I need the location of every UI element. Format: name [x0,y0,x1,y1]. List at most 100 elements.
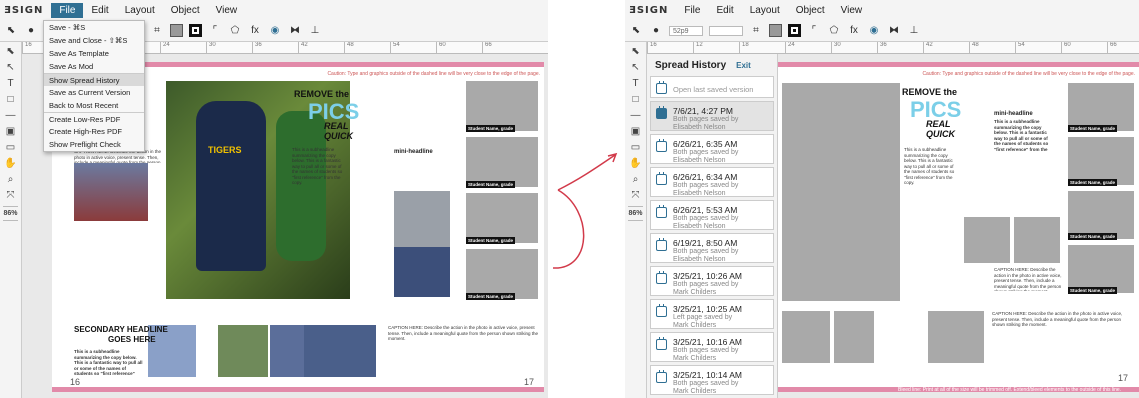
tool-palette-right: ⬉ ↖ T □ — ▣ ▭ ✋ ⌕ ⤧ 86% [625,42,647,398]
menu-layout[interactable]: Layout [117,3,163,18]
menu-show-preflight-check[interactable]: Show Preflight Check [44,138,144,151]
shape-icon[interactable]: ⬠ [228,24,242,38]
image-frame-icon[interactable]: ▣ [631,126,640,137]
bottom-placeholder-2 [834,311,874,363]
zoom-level-right[interactable]: 86% [628,206,643,221]
history-item[interactable]: 3/25/21, 10:16 AM Both pages saved by Mark… [650,332,774,362]
menu-layout-right[interactable]: Layout [742,3,788,18]
history-author: Elisabeth Nelson [673,157,726,164]
shape-icon[interactable]: ⬠ [827,24,841,38]
menu-show-spread-history[interactable]: Show Spread History [44,73,144,86]
menu-back-to-most-recent[interactable]: Back to Most Recent [44,99,144,112]
menu-save-as-template[interactable]: Save As Template [44,47,144,60]
pointer-icon[interactable]: ⬉ [4,24,18,38]
bleed-bottom-note: Bleed line: Print at all of the size wil… [898,387,1122,393]
history-action: Both pages saved by [673,347,739,354]
crop-icon[interactable]: ⌗ [150,24,164,38]
pin-icon[interactable]: ● [24,24,38,38]
fx-icon[interactable]: fx [248,24,262,38]
history-item[interactable]: 6/26/21, 6:34 AM Both pages saved by Elisa… [650,167,774,197]
crowd-photo [74,163,148,221]
comment-icon[interactable]: ▭ [6,142,15,153]
history-item-text: 6/19/21, 8:50 AM Both pages saved by Elisa… [673,238,738,263]
student-label-r4: Student Name, grade [1068,287,1118,294]
menu-file[interactable]: File [51,2,84,18]
w-field[interactable] [709,25,743,36]
zoom-level[interactable]: 86% [3,206,18,221]
direct-select-icon[interactable]: ↖ [631,62,639,73]
image-frame-icon[interactable]: ▣ [6,126,15,137]
placeholder-mid-1 [964,217,1010,263]
student-label-3: Student Name, grade [466,237,516,244]
open-last-saved-item[interactable]: Open last saved version [650,76,774,98]
flip-icon[interactable]: ⧓ [887,24,901,38]
history-exit-button[interactable]: Exit [736,61,751,70]
hand-tool-icon[interactable]: ✋ [4,158,16,169]
menu-save-as-mod[interactable]: Save As Mod [44,60,144,73]
rect-tool-icon[interactable]: □ [632,94,638,105]
color-wheel-icon[interactable]: ◉ [268,24,282,38]
align-icon[interactable]: ⊥ [907,24,921,38]
menu-create-low-res-pdf[interactable]: Create Low-Res PDF [44,112,144,125]
fit-icon[interactable]: ⤧ [7,190,15,201]
zoom-tool-icon[interactable]: ⌕ [8,174,14,185]
line-tool-icon[interactable]: — [6,110,16,121]
select-tool-icon[interactable]: ⬉ [631,46,639,57]
history-item[interactable]: 3/25/21, 10:14 AM Both pages saved by Mark… [650,365,774,395]
corner-icon[interactable]: ⌜ [208,24,222,38]
menu-view-right[interactable]: View [833,3,871,18]
placeholder-r1 [1068,83,1134,131]
menu-save[interactable]: Save - ⌘S [44,21,144,34]
menu-save-and-close[interactable]: Save and Close - ⇧⌘S [44,34,144,47]
history-author: Mark Childers [673,289,717,296]
history-item[interactable]: 6/19/21, 8:50 AM Both pages saved by Elisa… [650,233,774,263]
app-logo: ƎSIGN [4,4,44,16]
history-author: Mark Childers [673,322,717,329]
direct-select-icon[interactable]: ↖ [6,62,14,73]
history-item[interactable]: 3/25/21, 10:26 AM Both pages saved by Mark… [650,266,774,296]
history-item[interactable]: 7/6/21, 4:27 PM Both pages saved by Elisab… [650,101,774,131]
history-item[interactable]: 6/26/21, 6:35 AM Both pages saved by Elisa… [650,134,774,164]
stroke-swatch[interactable] [189,24,202,37]
history-header: Spread History Exit [647,54,777,76]
rect-tool-icon[interactable]: □ [7,94,13,105]
menu-file-right[interactable]: File [676,3,708,18]
fx-icon[interactable]: fx [847,24,861,38]
zoom-tool-icon[interactable]: ⌕ [633,174,639,185]
flip-icon[interactable]: ⧓ [288,24,302,38]
placeholder-r3 [1068,191,1134,239]
crop-icon[interactable]: ⌗ [749,24,763,38]
fit-icon[interactable]: ⤧ [632,190,640,201]
calendar-icon [656,370,667,383]
menu-create-high-res-pdf[interactable]: Create High-Res PDF [44,125,144,138]
mini-headline: mini-headline [394,149,433,155]
text-tool-icon[interactable]: T [632,78,638,89]
menu-edit-right[interactable]: Edit [708,3,741,18]
menu-save-as-current-version[interactable]: Save as Current Version [44,86,144,99]
history-date: 3/25/21, 10:14 AM [673,370,742,380]
corner-icon[interactable]: ⌜ [807,24,821,38]
menu-view[interactable]: View [208,3,246,18]
stroke-swatch[interactable] [788,24,801,37]
main-body-right: This is a subheadline summarizing the co… [904,147,955,185]
history-item[interactable]: 6/26/21, 5:53 AM Both pages saved by Elisa… [650,200,774,230]
pointer-icon[interactable]: ⬉ [629,24,643,38]
pin-icon[interactable]: ● [649,24,663,38]
line-tool-icon[interactable]: — [631,110,641,121]
menu-bar-right: ƎSIGN File Edit Layout Object View [625,0,1139,20]
select-tool-icon[interactable]: ⬉ [6,46,14,57]
comment-icon[interactable]: ▭ [631,142,640,153]
history-item[interactable]: 3/25/21, 10:25 AM Left page saved by Mark … [650,299,774,329]
text-tool-icon[interactable]: T [7,78,13,89]
fill-swatch[interactable] [170,24,183,37]
menu-edit[interactable]: Edit [83,3,116,18]
calendar-icon [656,172,667,185]
x-field[interactable]: 52p9 [669,25,703,36]
fill-swatch[interactable] [769,24,782,37]
color-wheel-icon[interactable]: ◉ [867,24,881,38]
align-icon[interactable]: ⊥ [308,24,322,38]
hand-tool-icon[interactable]: ✋ [629,158,641,169]
menu-object[interactable]: Object [163,3,208,18]
menu-object-right[interactable]: Object [788,3,833,18]
spread-canvas-right[interactable]: Caution: Type and graphics outside of th… [778,62,1139,393]
